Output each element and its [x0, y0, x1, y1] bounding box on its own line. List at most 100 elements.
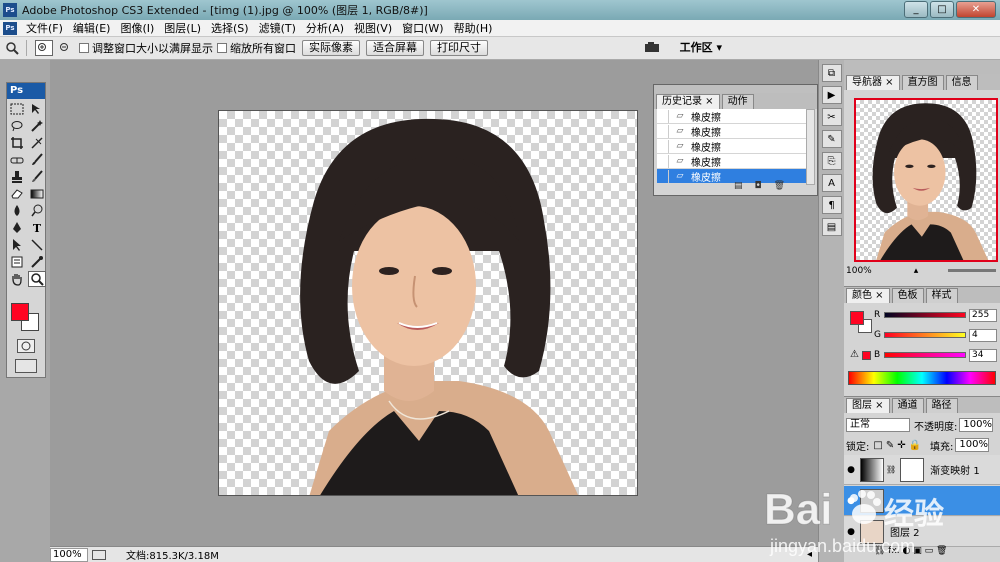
- menu-file[interactable]: 文件(F): [21, 20, 68, 36]
- navigator-zoom-slider[interactable]: [948, 269, 996, 272]
- marquee-tool-icon[interactable]: [8, 101, 26, 117]
- dock-layer-comps-icon[interactable]: ▤: [821, 218, 842, 236]
- actual-pixels-button[interactable]: 实际像素: [302, 40, 360, 56]
- resize-windows-checkbox[interactable]: 调整窗口大小以满屏显示: [79, 40, 213, 56]
- tab-actions[interactable]: 动作: [721, 94, 754, 109]
- fit-screen-button[interactable]: 适合屏幕: [366, 40, 424, 56]
- brush-tool-icon[interactable]: [28, 152, 46, 168]
- gamut-swatch[interactable]: [862, 351, 871, 360]
- menu-image[interactable]: 图像(I): [115, 20, 159, 36]
- checkbox-box[interactable]: [79, 43, 89, 53]
- print-size-button[interactable]: 打印尺寸: [430, 40, 488, 56]
- zoom-tool-icon[interactable]: [28, 271, 46, 287]
- zoom-out-mountain-icon[interactable]: ▴: [914, 266, 919, 276]
- navigator-preview[interactable]: [854, 98, 998, 262]
- lock-icons[interactable]: □✎✛🔒: [873, 440, 924, 451]
- blend-mode-select[interactable]: 正常: [846, 418, 910, 432]
- menu-view[interactable]: 视图(V): [349, 20, 397, 36]
- magic-wand-tool-icon[interactable]: [28, 118, 46, 134]
- maximize-button[interactable]: □: [930, 1, 954, 18]
- status-scroll-arrow-icon[interactable]: ◂: [807, 549, 812, 560]
- fill-field[interactable]: 100%: [955, 438, 990, 452]
- delete-state-icon[interactable]: 🗑: [774, 181, 785, 191]
- history-source-slot[interactable]: [657, 139, 669, 153]
- zoom-all-windows-checkbox[interactable]: 缩放所有窗口: [217, 40, 296, 56]
- dock-brush-icon[interactable]: ✎: [821, 130, 842, 148]
- line-tool-icon[interactable]: [28, 237, 46, 253]
- blur-tool-icon[interactable]: [8, 203, 26, 219]
- quick-mask-icon[interactable]: [17, 339, 35, 353]
- path-selection-tool-icon[interactable]: [8, 237, 26, 253]
- history-item[interactable]: ▱ 橡皮擦: [657, 139, 807, 154]
- crop-tool-icon[interactable]: [8, 135, 26, 151]
- dock-tools-icon[interactable]: ✂: [821, 108, 842, 126]
- green-value-field[interactable]: 4: [969, 328, 997, 342]
- eyedropper-tool-icon[interactable]: [28, 254, 46, 270]
- menu-app-icon[interactable]: Ps: [3, 21, 17, 35]
- foreground-color-swatch[interactable]: [11, 303, 29, 321]
- status-info-icon[interactable]: [92, 549, 106, 560]
- new-snapshot-icon[interactable]: ◘: [755, 181, 762, 191]
- visibility-eye-icon[interactable]: ●: [844, 465, 858, 475]
- clone-stamp-tool-icon[interactable]: [8, 169, 26, 185]
- tab-navigator[interactable]: 导航器 ×: [846, 75, 900, 90]
- tab-styles[interactable]: 样式: [925, 288, 958, 303]
- menu-edit[interactable]: 编辑(E): [68, 20, 116, 36]
- blue-value-field[interactable]: 34: [969, 348, 997, 362]
- close-button[interactable]: ✕: [956, 1, 996, 18]
- dock-paragraph-icon[interactable]: ¶: [821, 196, 842, 214]
- color-spectrum-bar[interactable]: [848, 371, 996, 385]
- layer-row-selected[interactable]: ●: [844, 486, 1000, 516]
- notes-tool-icon[interactable]: [8, 254, 26, 270]
- menu-layer[interactable]: 图层(L): [159, 20, 206, 36]
- zoom-in-icon[interactable]: [35, 40, 53, 56]
- eraser-tool-icon[interactable]: [8, 186, 26, 202]
- layer-row[interactable]: ● 图层 2: [844, 517, 1000, 547]
- move-tool-icon[interactable]: [28, 101, 46, 117]
- menu-analysis[interactable]: 分析(A): [301, 20, 349, 36]
- tab-paths[interactable]: 路径: [925, 398, 958, 413]
- lasso-tool-icon[interactable]: [8, 118, 26, 134]
- tab-color[interactable]: 颜色 ×: [846, 288, 890, 303]
- minimize-button[interactable]: _: [904, 1, 928, 18]
- red-value-field[interactable]: 255: [969, 308, 997, 322]
- history-source-slot[interactable]: [657, 154, 669, 168]
- green-channel-slider[interactable]: [884, 332, 966, 338]
- history-scrollbar[interactable]: [806, 109, 815, 185]
- workspace-menu-button[interactable]: 工作区 ▾: [674, 41, 728, 57]
- slice-tool-icon[interactable]: [28, 135, 46, 151]
- right-panel-grip[interactable]: [844, 60, 1000, 74]
- new-document-from-state-icon[interactable]: ▤: [734, 181, 743, 191]
- zoom-tool-preset-icon[interactable]: [4, 40, 22, 56]
- menu-help[interactable]: 帮助(H): [449, 20, 498, 36]
- checkbox-box[interactable]: [217, 43, 227, 53]
- menu-window[interactable]: 窗口(W): [397, 20, 448, 36]
- history-source-slot[interactable]: [657, 124, 669, 138]
- history-item[interactable]: ▱ 橡皮擦: [657, 109, 807, 124]
- tab-info[interactable]: 信息: [945, 75, 978, 90]
- hand-tool-icon[interactable]: [8, 271, 26, 287]
- document-canvas[interactable]: [218, 110, 638, 496]
- visibility-eye-icon[interactable]: ●: [844, 527, 858, 537]
- history-source-slot[interactable]: [657, 109, 669, 123]
- dock-navigator-icon[interactable]: ⧉: [821, 64, 842, 82]
- red-channel-slider[interactable]: [884, 312, 966, 318]
- zoom-out-icon[interactable]: [57, 40, 75, 56]
- dock-clone-icon[interactable]: ⎘: [821, 152, 842, 170]
- history-item[interactable]: ▱ 橡皮擦: [657, 124, 807, 139]
- tab-history[interactable]: 历史记录 ×: [656, 94, 720, 109]
- type-tool-icon[interactable]: T: [28, 220, 46, 236]
- menu-filter[interactable]: 滤镜(T): [254, 20, 301, 36]
- dock-play-icon[interactable]: ▶: [821, 86, 842, 104]
- tab-layers[interactable]: 图层 ×: [846, 398, 890, 413]
- healing-brush-tool-icon[interactable]: [8, 152, 26, 168]
- history-item[interactable]: ▱ 橡皮擦: [657, 154, 807, 169]
- gamut-warning-icon[interactable]: ⚠: [850, 349, 859, 360]
- palette-well-icon[interactable]: [644, 41, 662, 56]
- navigator-zoom-value[interactable]: 100%: [846, 266, 872, 276]
- tab-channels[interactable]: 通道: [891, 398, 924, 413]
- zoom-level-field[interactable]: 100%: [50, 547, 88, 562]
- gradient-tool-icon[interactable]: [28, 186, 46, 202]
- layer-row[interactable]: ● ⛓ 渐变映射 1: [844, 455, 1000, 485]
- menu-select[interactable]: 选择(S): [206, 20, 254, 36]
